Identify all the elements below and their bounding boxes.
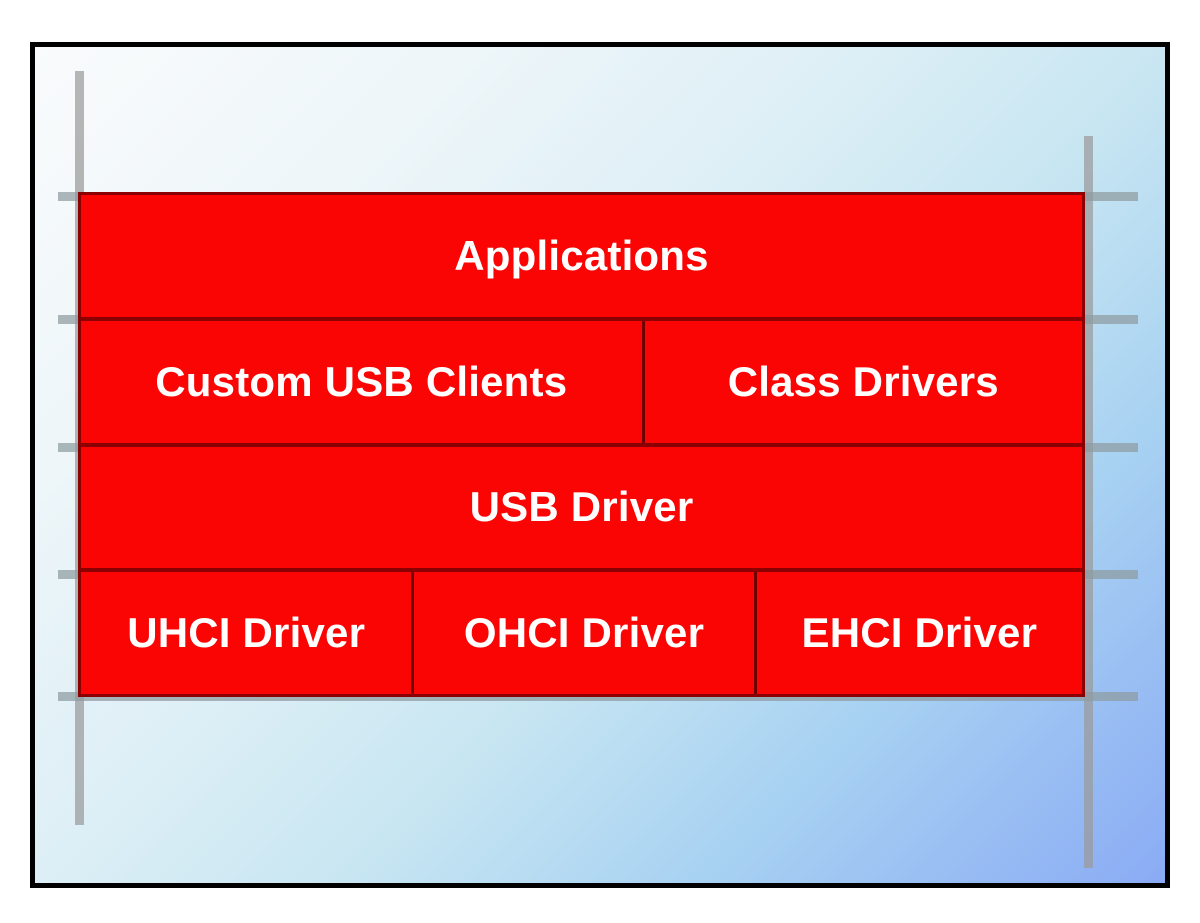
block-ehci-driver-label: EHCI Driver	[801, 609, 1038, 657]
right-vertical-guide-line	[1084, 136, 1093, 868]
block-uhci-driver[interactable]: UHCI Driver	[81, 572, 415, 694]
usb-driver-layer: USB Driver	[81, 446, 1082, 573]
block-custom-usb-clients-label: Custom USB Clients	[155, 357, 568, 405]
block-class-drivers[interactable]: Class Drivers	[644, 320, 1082, 443]
block-ehci-driver[interactable]: EHCI Driver	[756, 572, 1082, 694]
block-ohci-driver[interactable]: OHCI Driver	[414, 572, 757, 694]
clients-layer: Custom USB Clients Class Drivers	[81, 320, 1082, 447]
host-controller-layer: UHCI Driver OHCI Driver EHCI Driver	[81, 572, 1082, 694]
block-custom-usb-clients[interactable]: Custom USB Clients	[81, 320, 645, 443]
block-applications[interactable]: Applications	[81, 195, 1082, 317]
block-ohci-driver-label: OHCI Driver	[463, 609, 705, 657]
diagram-canvas: Applications Custom USB Clients Class Dr…	[0, 0, 1200, 923]
block-uhci-driver-label: UHCI Driver	[127, 609, 366, 657]
usb-software-stack: Applications Custom USB Clients Class Dr…	[78, 192, 1085, 697]
block-class-drivers-label: Class Drivers	[727, 357, 999, 405]
block-applications-label: Applications	[454, 231, 709, 279]
block-usb-driver[interactable]: USB Driver	[81, 446, 1082, 569]
diagram-frame: Applications Custom USB Clients Class Dr…	[30, 42, 1170, 888]
applications-layer: Applications	[81, 195, 1082, 321]
block-usb-driver-label: USB Driver	[469, 483, 694, 531]
